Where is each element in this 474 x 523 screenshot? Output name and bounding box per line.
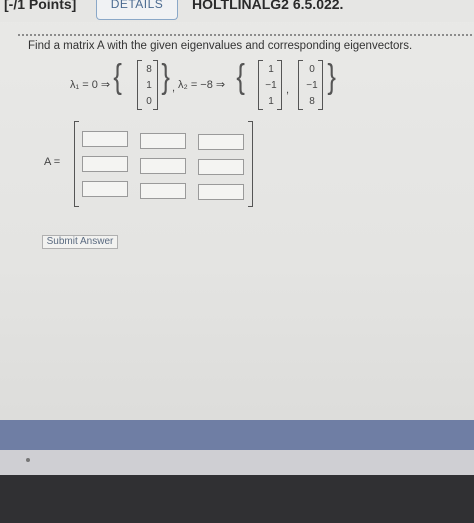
divider xyxy=(18,34,472,36)
matrix-label: A = xyxy=(44,156,61,168)
bullet-dot xyxy=(26,458,30,462)
right-brace-2: } xyxy=(327,58,336,96)
footer-strip xyxy=(0,450,474,475)
eigenvector1-entry: 8 xyxy=(146,64,152,75)
matrix-left-bracket xyxy=(74,121,79,207)
lambda2-label: λ₂ = −8 ⇒ xyxy=(178,79,226,91)
matrix-cell-r1c2[interactable] xyxy=(140,133,186,149)
matrix-cell-r1c3[interactable] xyxy=(198,134,244,150)
comma: , xyxy=(286,84,290,96)
details-button[interactable]: DETAILS xyxy=(96,0,178,20)
matrix-cell-r2c1[interactable] xyxy=(82,156,128,172)
eigenvector3-entry: −1 xyxy=(306,80,318,91)
lambda1-label: λ₁ = 0 ⇒ xyxy=(70,79,111,91)
matrix-cell-r1c1[interactable] xyxy=(82,131,128,147)
matrix-right-bracket xyxy=(248,121,253,207)
comma: , xyxy=(172,82,176,94)
matrix-cell-r3c3[interactable] xyxy=(198,184,244,200)
matrix-cell-r2c3[interactable] xyxy=(198,159,244,175)
left-brace-1: { xyxy=(113,58,122,96)
eigenvector1-entry: 1 xyxy=(146,80,152,91)
eigenvector3-entry: 8 xyxy=(309,96,315,107)
question-prompt: Find a matrix A with the given eigenvalu… xyxy=(28,40,413,52)
eigenvector2-entry: −1 xyxy=(265,80,277,91)
eigenvector1-entry: 0 xyxy=(146,96,152,107)
eigenvector2-entry: 1 xyxy=(268,96,274,107)
header-bar: [-/1 Points] DETAILS HOLTLINALG2 6.5.022… xyxy=(0,0,474,22)
left-brace-2: { xyxy=(236,58,245,96)
eigenvector2-entry: 1 xyxy=(268,64,274,75)
course-code: HOLTLINALG2 6.5.022. xyxy=(192,0,344,12)
matrix-cell-r3c2[interactable] xyxy=(140,183,186,199)
eigenvector3-entry: 0 xyxy=(309,64,315,75)
right-brace-1: } xyxy=(161,58,170,96)
footer-bar xyxy=(0,420,474,450)
screen: [-/1 Points] DETAILS HOLTLINALG2 6.5.022… xyxy=(0,0,474,523)
points-label: [-/1 Points] xyxy=(4,0,77,12)
matrix-cell-r2c2[interactable] xyxy=(140,158,186,174)
screen-bezel xyxy=(0,475,474,523)
matrix-cell-r3c1[interactable] xyxy=(82,181,128,197)
submit-answer-button[interactable]: Submit Answer xyxy=(42,235,118,249)
